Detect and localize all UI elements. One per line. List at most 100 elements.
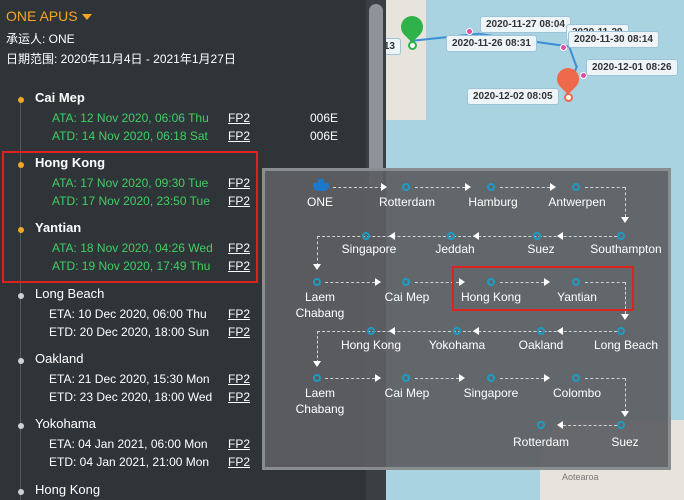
map-timestamp-tag[interactable]: 2020-11-26 08:31 <box>446 35 537 52</box>
port-name: Oakland <box>35 351 84 366</box>
start-ring-icon <box>408 41 417 50</box>
map-timestamp-tag[interactable]: 2020-11-30 08:14 <box>568 31 659 48</box>
route-connector <box>625 378 626 412</box>
port-status-dot-icon <box>18 489 24 495</box>
ship-icon <box>313 179 329 191</box>
arrow-right-icon <box>465 183 471 191</box>
port-node-label: Hamburg <box>468 195 518 209</box>
highlight-box <box>452 266 634 311</box>
arrow-right-icon <box>375 374 381 382</box>
port-status-dot-icon <box>18 97 24 103</box>
highlight-box <box>2 151 258 283</box>
route-connector <box>500 378 544 379</box>
arrow-left-icon <box>473 327 479 335</box>
map-place-label: Aotearoa <box>562 472 599 482</box>
port-status-dot-icon <box>18 423 24 429</box>
port-node-icon[interactable] <box>362 232 370 240</box>
arrow-down-icon <box>621 411 629 417</box>
port-node-label: Suez <box>527 242 555 256</box>
map-timestamp-tag[interactable]: 2020-12-01 08:26 <box>586 59 678 76</box>
fp-link[interactable]: FP2 <box>228 437 250 451</box>
arrow-down-icon <box>621 314 629 320</box>
date-range: 日期范围: 2020年11月4日 - 2021年1月27日 <box>6 52 236 66</box>
route-connector <box>317 236 318 266</box>
arrow-left-icon <box>473 232 479 240</box>
scrollbar-thumb[interactable] <box>369 4 383 188</box>
port-node-label: Hong Kong <box>340 338 402 352</box>
port-status-dot-icon <box>18 358 24 364</box>
arrow-left-icon <box>557 232 563 240</box>
port-node-label: Rotterdam <box>378 195 436 209</box>
port-node-label: Jeddah <box>435 242 475 256</box>
port-event: ETD: 23 Dec 2020, 18:00 Wed <box>49 390 213 404</box>
fp-link[interactable]: FP2 <box>228 390 250 404</box>
port-name: Cai Mep <box>35 90 85 105</box>
route-connector <box>333 187 383 188</box>
fp-link[interactable]: FP2 <box>228 455 250 469</box>
port-node-label: Oakland <box>518 338 564 352</box>
port-status-dot-icon <box>18 293 24 299</box>
port-event: ATD: 14 Nov 2020, 06:18 Sat <box>52 129 208 143</box>
port-node-label: Antwerpen <box>548 195 606 209</box>
route-connector <box>317 331 617 332</box>
fp-link[interactable]: FP2 <box>228 129 250 143</box>
port-node-label: Cai Mep <box>384 290 430 304</box>
port-node-label: ONE <box>306 195 333 209</box>
port-node-icon[interactable] <box>402 183 410 191</box>
port-node-icon[interactable] <box>487 183 495 191</box>
arrow-right-icon <box>550 183 556 191</box>
port-node-icon[interactable] <box>402 278 410 286</box>
fp-link[interactable]: FP2 <box>228 372 250 386</box>
port-node-icon[interactable] <box>617 232 625 240</box>
route-point[interactable] <box>560 44 567 51</box>
end-ring-icon <box>564 93 573 102</box>
port-node-icon[interactable] <box>572 374 580 382</box>
map-timestamp-tag[interactable]: 2020-11-27 08:04 <box>480 16 571 33</box>
port-node-label: Laem Chabang <box>295 386 345 416</box>
port-node-label: Laem Chabang <box>295 290 345 320</box>
port-node-icon[interactable] <box>313 278 321 286</box>
route-connector <box>563 425 617 426</box>
caret-down-icon <box>81 13 92 20</box>
port-event: ATA: 12 Nov 2020, 06:06 Thu <box>52 111 209 125</box>
port-node-icon[interactable] <box>537 421 545 429</box>
port-node-icon[interactable] <box>453 327 461 335</box>
arrow-right-icon <box>544 374 550 382</box>
port-node-icon[interactable] <box>572 183 580 191</box>
route-point[interactable] <box>466 28 473 35</box>
fp-link[interactable]: FP2 <box>228 325 250 339</box>
carrier-info: 承运人: ONE <box>6 32 75 46</box>
fp-link[interactable]: FP2 <box>228 111 250 125</box>
port-node-label: Rotterdam <box>512 435 570 449</box>
route-connector <box>415 378 459 379</box>
sidebar-header: ONE APUS 承运人: ONE 日期范围: 2020年11月4日 - 202… <box>0 0 386 67</box>
port-node-label: Southampton <box>590 242 662 256</box>
port-node-icon[interactable] <box>313 374 321 382</box>
port-node-icon[interactable] <box>533 232 541 240</box>
port-node-label: Colombo <box>552 386 602 400</box>
route-connector <box>585 187 625 188</box>
route-connector <box>625 187 626 217</box>
arrow-down-icon <box>313 264 321 270</box>
vessel-name: ONE APUS <box>6 8 78 24</box>
port-node-icon[interactable] <box>447 232 455 240</box>
port-node-icon[interactable] <box>537 327 545 335</box>
voyage-code: 006E <box>310 129 339 143</box>
port-event: ETD: 20 Dec 2020, 18:00 Sun <box>49 325 210 339</box>
port-name: Long Beach <box>35 286 105 301</box>
port-node-icon[interactable] <box>487 374 495 382</box>
vessel-selector[interactable]: ONE APUS <box>6 8 380 24</box>
port-node-icon[interactable] <box>367 327 375 335</box>
route-connector <box>415 187 465 188</box>
fp-link[interactable]: FP2 <box>228 307 250 321</box>
port-node-label: Yokohama <box>428 338 486 352</box>
port-node-icon[interactable] <box>617 327 625 335</box>
route-diagram-panel: ONE Rotterdam Hamburg Antwerpen Singapor… <box>262 168 671 470</box>
voyage-code: 006E <box>310 111 339 125</box>
map-timestamp-tag[interactable]: 2020-12-02 08:05 <box>467 88 559 105</box>
port-node-label: Cai Mep <box>384 386 430 400</box>
port-node-icon[interactable] <box>402 374 410 382</box>
arrow-left-icon <box>389 232 395 240</box>
port-node-icon[interactable] <box>617 421 625 429</box>
route-line <box>568 46 578 68</box>
